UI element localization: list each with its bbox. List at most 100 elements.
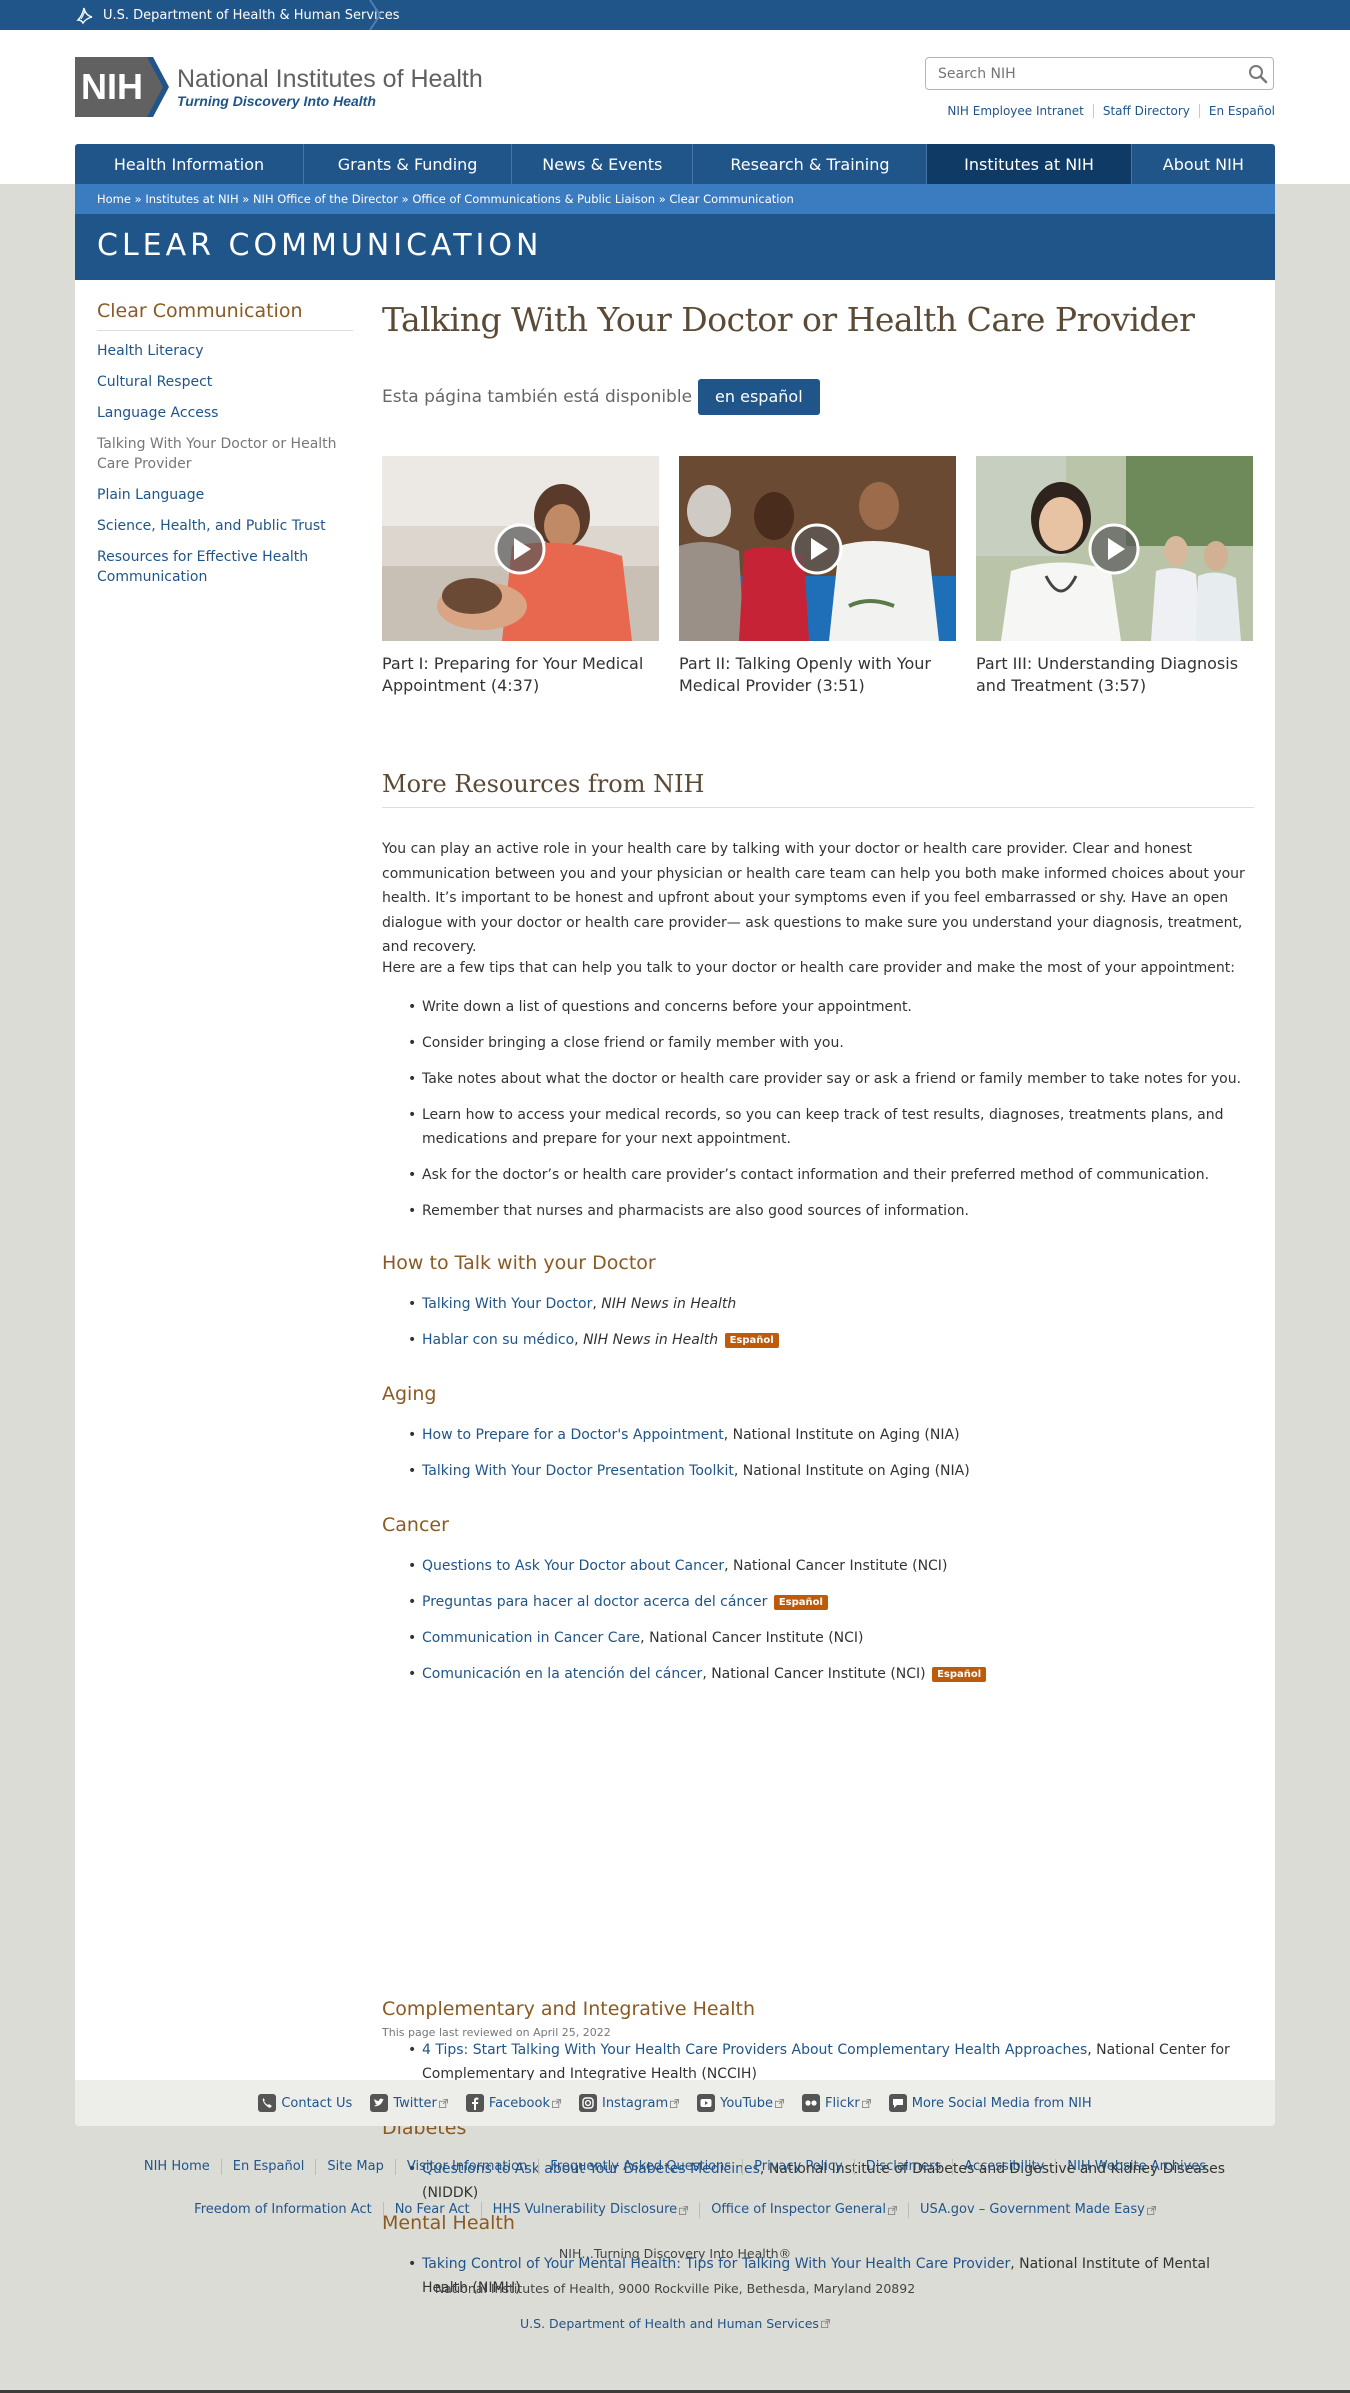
sidebar-item-health-literacy[interactable]: Health Literacy — [97, 341, 353, 361]
footer-disclaimers-link[interactable]: Disclaimers — [853, 2159, 953, 2175]
resource-link[interactable]: Preguntas para hacer al doctor acerca de… — [422, 1594, 767, 1610]
instagram-icon — [578, 2094, 597, 2112]
nav-about-nih[interactable]: About NIH — [1132, 144, 1275, 184]
nav-institutes-at-nih[interactable]: Institutes at NIH — [927, 144, 1132, 184]
youtube-link[interactable]: YouTube — [697, 2094, 784, 2112]
hhs-eagle-icon — [76, 7, 93, 25]
resource-link[interactable]: Questions to Ask Your Doctor about Cance… — [422, 1558, 724, 1574]
nih-logo[interactable]: NIH National Institutes of Health Turnin… — [75, 57, 483, 117]
footer-foia-link[interactable]: Freedom of Information Act — [183, 2202, 383, 2218]
video-card[interactable]: Part II: Talking Openly with Your Medica… — [679, 456, 956, 697]
footer-usa-gov-link[interactable]: USA.gov – Government Made Easy — [907, 2202, 1167, 2218]
video-card[interactable]: Part I: Preparing for Your Medical Appoi… — [382, 456, 659, 697]
video-thumbnail[interactable] — [976, 456, 1253, 641]
footer-hhs-vulnerability-link[interactable]: HHS Vulnerability Disclosure — [480, 2202, 700, 2218]
external-link-icon — [438, 2098, 448, 2108]
footer-no-fear-act-link[interactable]: No Fear Act — [382, 2202, 481, 2218]
video-thumbnail[interactable] — [382, 456, 659, 641]
page-title: Talking With Your Doctor or Health Care … — [382, 300, 1195, 339]
footer-links-primary: NIH Home En Español Site Map Visitor Inf… — [0, 2159, 1350, 2175]
resource-link[interactable]: Communication in Cancer Care — [422, 1630, 640, 1646]
employee-intranet-link[interactable]: NIH Employee Intranet — [938, 104, 1092, 118]
sidebar-item-language-access[interactable]: Language Access — [97, 403, 353, 423]
contact-us-link[interactable]: Contact Us — [258, 2094, 352, 2112]
list-item: Comunicación en la atención del cáncer, … — [408, 1662, 1254, 1686]
breadcrumb-current: Clear Communication — [669, 192, 794, 206]
sidebar-item-science-health-trust[interactable]: Science, Health, and Public Trust — [97, 516, 353, 536]
list-item: Ask for the doctor’s or health care prov… — [408, 1163, 1254, 1187]
breadcrumb-ocpl[interactable]: Office of Communications & Public Liaiso… — [412, 192, 655, 206]
tips-list: Write down a list of questions and conce… — [382, 995, 1254, 1235]
external-link-icon — [1146, 2205, 1156, 2215]
flickr-link[interactable]: Flickr — [802, 2094, 871, 2112]
resource-link[interactable]: Talking With Your Doctor Presentation To… — [422, 1463, 734, 1479]
en-espanol-button[interactable]: en español — [698, 379, 820, 415]
footer-inspector-general-link[interactable]: Office of Inspector General — [699, 2202, 908, 2218]
instagram-link[interactable]: Instagram — [578, 2094, 680, 2112]
video-caption[interactable]: Part I: Preparing for Your Medical Appoi… — [382, 653, 659, 697]
footer-nih-home-link[interactable]: NIH Home — [133, 2159, 221, 2175]
list-item: Remember that nurses and pharmacists are… — [408, 1199, 1254, 1223]
sidebar: Clear Communication Health Literacy Cult… — [97, 300, 353, 598]
spanish-availability: Esta página también está disponible en e… — [382, 379, 820, 415]
resource-link[interactable]: Talking With Your Doctor — [422, 1296, 592, 1312]
twitter-link[interactable]: Twitter — [370, 2094, 448, 2112]
video-caption[interactable]: Part III: Understanding Diagnosis and Tr… — [976, 653, 1253, 697]
footer-visitor-info-link[interactable]: Visitor Information — [394, 2159, 538, 2175]
logo-mark-text: NIH — [81, 66, 143, 107]
breadcrumb-home[interactable]: Home — [97, 192, 131, 206]
breadcrumb-office-director[interactable]: NIH Office of the Director — [253, 192, 398, 206]
list-item: 4 Tips: Start Talking With Your Health C… — [408, 2038, 1254, 2086]
list-item: Communication in Cancer Care, National C… — [408, 1626, 1254, 1650]
video-thumbnail[interactable] — [679, 456, 956, 641]
sidebar-title[interactable]: Clear Communication — [97, 300, 353, 331]
nav-grants-funding[interactable]: Grants & Funding — [304, 144, 513, 184]
resource-link[interactable]: 4 Tips: Start Talking With Your Health C… — [422, 2042, 1087, 2058]
breadcrumb-institutes[interactable]: Institutes at NIH — [145, 192, 238, 206]
list-item: Hablar con su médico, NIH News in Health… — [408, 1328, 1254, 1352]
resource-link[interactable]: Hablar con su médico — [422, 1332, 574, 1348]
logo-tagline: Turning Discovery Into Health — [177, 93, 376, 109]
list-item: Consider bringing a close friend or fami… — [408, 1031, 1254, 1055]
nav-news-events[interactable]: News & Events — [512, 144, 694, 184]
logo-title: National Institutes of Health — [177, 65, 483, 93]
en-espanol-link[interactable]: En Español — [1198, 104, 1275, 118]
resource-list: Questions to Ask Your Doctor about Cance… — [382, 1554, 1254, 1698]
list-item: Write down a list of questions and conce… — [408, 995, 1254, 1019]
list-item: Talking With Your Doctor Presentation To… — [408, 1459, 1254, 1483]
video-caption[interactable]: Part II: Talking Openly with Your Medica… — [679, 653, 956, 697]
search-icon[interactable] — [1248, 64, 1268, 84]
search-input[interactable] — [926, 58, 1250, 89]
external-link-icon — [820, 2319, 830, 2328]
facebook-icon — [465, 2094, 484, 2112]
more-social-media-link[interactable]: More Social Media from NIH — [888, 2094, 1092, 2112]
nav-health-information[interactable]: Health Information — [75, 144, 305, 184]
resource-link[interactable]: Comunicación en la atención del cáncer — [422, 1666, 702, 1682]
play-icon[interactable] — [791, 523, 843, 575]
external-link-icon — [551, 2098, 561, 2108]
footer-address: National Institutes of Health, 9000 Rock… — [434, 2281, 916, 2296]
nav-research-training[interactable]: Research & Training — [693, 144, 928, 184]
sidebar-item-plain-language[interactable]: Plain Language — [97, 485, 353, 505]
resource-link[interactable]: How to Prepare for a Doctor's Appointmen… — [422, 1427, 724, 1443]
more-resources-heading: More Resources from NIH — [382, 770, 1254, 808]
play-icon[interactable] — [1088, 523, 1140, 575]
hhs-divider-icon — [369, 0, 382, 30]
footer-faq-link[interactable]: Frequently Asked Questions — [538, 2159, 742, 2175]
section-heading-talk-with-doctor: How to Talk with your Doctor — [382, 1252, 656, 1274]
footer-links-secondary: Freedom of Information Act No Fear Act H… — [0, 2202, 1350, 2218]
sidebar-item-cultural-respect[interactable]: Cultural Respect — [97, 372, 353, 392]
facebook-link[interactable]: Facebook — [465, 2094, 561, 2112]
footer-hhs-link[interactable]: U.S. Department of Health and Human Serv… — [520, 2316, 819, 2331]
footer-accessibility-link[interactable]: Accessibility — [952, 2159, 1055, 2175]
publication-name: NIH News in Health — [583, 1332, 719, 1348]
sidebar-item-resources-health-communication[interactable]: Resources for Effective Health Communica… — [97, 547, 353, 587]
staff-directory-link[interactable]: Staff Directory — [1092, 104, 1199, 118]
video-card[interactable]: Part III: Understanding Diagnosis and Tr… — [976, 456, 1253, 697]
play-icon[interactable] — [494, 523, 546, 575]
footer-privacy-link[interactable]: Privacy Policy — [742, 2159, 854, 2175]
footer-site-map-link[interactable]: Site Map — [315, 2159, 395, 2175]
hhs-link[interactable]: U.S. Department of Health & Human Servic… — [75, 0, 400, 30]
footer-archives-link[interactable]: NIH Website Archives — [1055, 2159, 1217, 2175]
footer-en-espanol-link[interactable]: En Español — [220, 2159, 316, 2175]
